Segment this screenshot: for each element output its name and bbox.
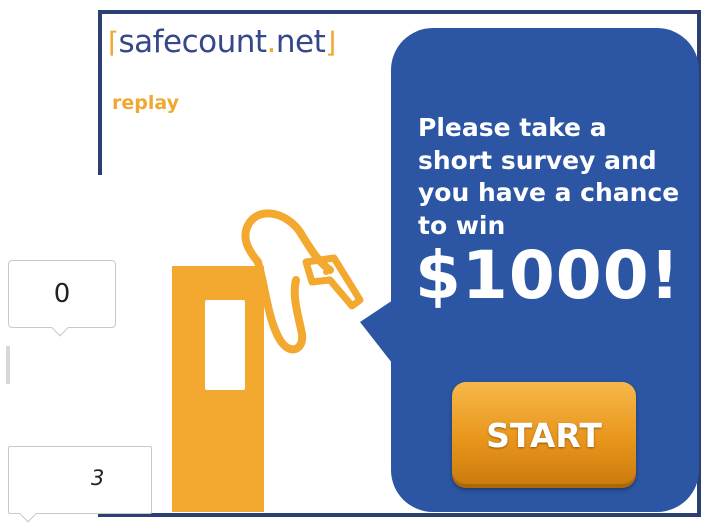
comment-count-bubble[interactable]: 3 bbox=[8, 446, 152, 514]
share-count-value: 0 bbox=[53, 279, 71, 309]
prize-amount: $1000! bbox=[415, 237, 681, 314]
comment-count-value: 3 bbox=[91, 466, 105, 490]
start-button[interactable]: START bbox=[452, 382, 636, 488]
share-button-stub[interactable] bbox=[6, 346, 10, 384]
ad-headline: Please take a short survey and you have … bbox=[418, 113, 680, 240]
share-count-bubble[interactable]: 0 bbox=[8, 260, 116, 328]
